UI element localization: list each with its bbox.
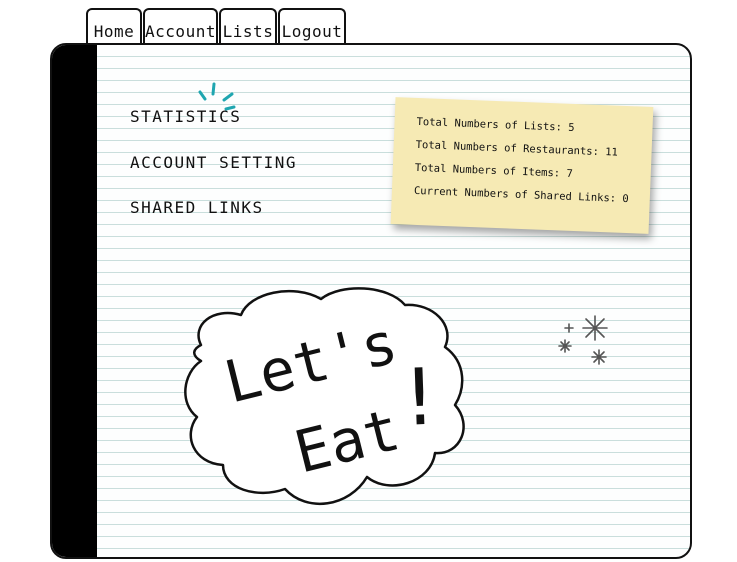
tab-account[interactable]: Account: [143, 8, 218, 45]
stat-total-lists-label: Total Numbers of Lists:: [416, 115, 563, 134]
stat-shared-links-value: 0: [622, 192, 629, 206]
menu-item-shared-links[interactable]: SHARED LINKS: [130, 198, 264, 217]
stat-total-items: Total Numbers of Items: 7: [415, 162, 573, 180]
menu-item-account-setting[interactable]: ACCOUNT SETTING: [130, 153, 297, 172]
tab-home[interactable]: Home: [86, 8, 142, 45]
stat-total-lists: Total Numbers of Lists: 5: [416, 116, 574, 134]
stat-total-items-label: Total Numbers of Items:: [414, 161, 561, 180]
stat-total-lists-value: 5: [567, 121, 575, 134]
stats-sticky-note: Total Numbers of Lists: 5 Total Numbers …: [390, 97, 654, 234]
stat-total-items-value: 7: [566, 167, 574, 180]
stat-shared-links: Current Numbers of Shared Links: 0: [414, 185, 629, 205]
sparkle-accent-icon: [198, 82, 236, 111]
stat-shared-links-label: Current Numbers of Shared Links:: [413, 184, 617, 205]
stat-total-restaurants: Total Numbers of Restaurants: 11: [415, 139, 618, 159]
tab-lists[interactable]: Lists: [219, 8, 277, 45]
notebook-spine: [52, 45, 97, 557]
hero-exclaim-text: !: [395, 352, 445, 444]
tab-logout[interactable]: Logout: [278, 8, 346, 45]
stars-doodle-icon: [558, 315, 608, 365]
lets-eat-cloud: Let's Eat !: [184, 287, 465, 505]
stat-total-restaurants-value: 11: [604, 146, 619, 159]
stat-total-restaurants-label: Total Numbers of Restaurants:: [415, 138, 600, 158]
